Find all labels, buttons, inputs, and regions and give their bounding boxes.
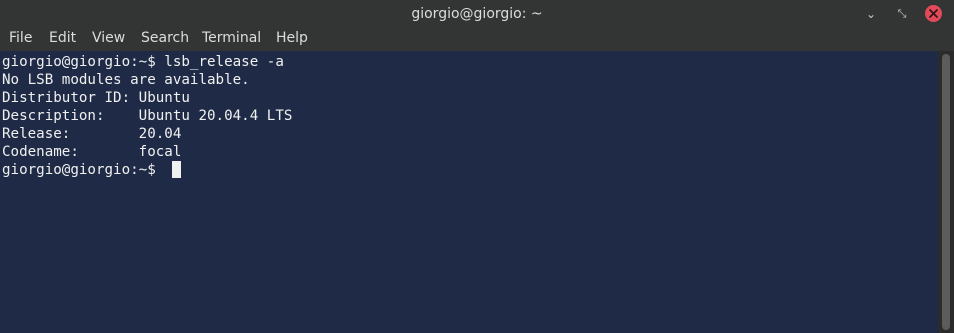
terminal-window: giorgio@giorgio: ~ ⌄ ⤡ File Edit View Se…: [0, 0, 954, 333]
close-button[interactable]: [925, 5, 942, 22]
maximize-button[interactable]: ⤡: [893, 5, 911, 23]
terminal-line: Distributor ID: Ubuntu: [2, 90, 190, 106]
scroll-thumb[interactable]: [942, 54, 950, 330]
menu-terminal[interactable]: Terminal: [202, 28, 261, 51]
close-icon: [929, 9, 938, 18]
window-title: giorgio@giorgio: ~: [411, 6, 543, 22]
title-bar[interactable]: giorgio@giorgio: ~ ⌄ ⤡: [0, 0, 954, 28]
minimize-icon: ⌄: [865, 7, 877, 21]
maximize-icon: ⤡: [897, 7, 907, 20]
terminal-prompt: giorgio@giorgio:~$: [2, 162, 165, 178]
terminal-line: No LSB modules are available.: [2, 72, 250, 88]
menu-search[interactable]: Search: [141, 28, 189, 51]
menu-help[interactable]: Help: [276, 28, 308, 51]
menu-file[interactable]: File: [9, 28, 32, 51]
scrollbar[interactable]: [938, 51, 954, 333]
terminal-line: Codename: focal: [2, 144, 182, 160]
text-cursor: [172, 161, 181, 178]
terminal-line: giorgio@giorgio:~$ lsb_release -a: [2, 54, 284, 70]
menu-view[interactable]: View: [92, 28, 125, 51]
terminal-line: Description: Ubuntu 20.04.4 LTS: [2, 108, 293, 124]
menu-bar: File Edit View Search Terminal Help: [0, 28, 954, 51]
menu-edit[interactable]: Edit: [49, 28, 76, 51]
minimize-button[interactable]: ⌄: [862, 5, 880, 23]
terminal-output[interactable]: giorgio@giorgio:~$ lsb_release -a No LSB…: [0, 51, 938, 333]
terminal-line: Release: 20.04: [2, 126, 182, 142]
